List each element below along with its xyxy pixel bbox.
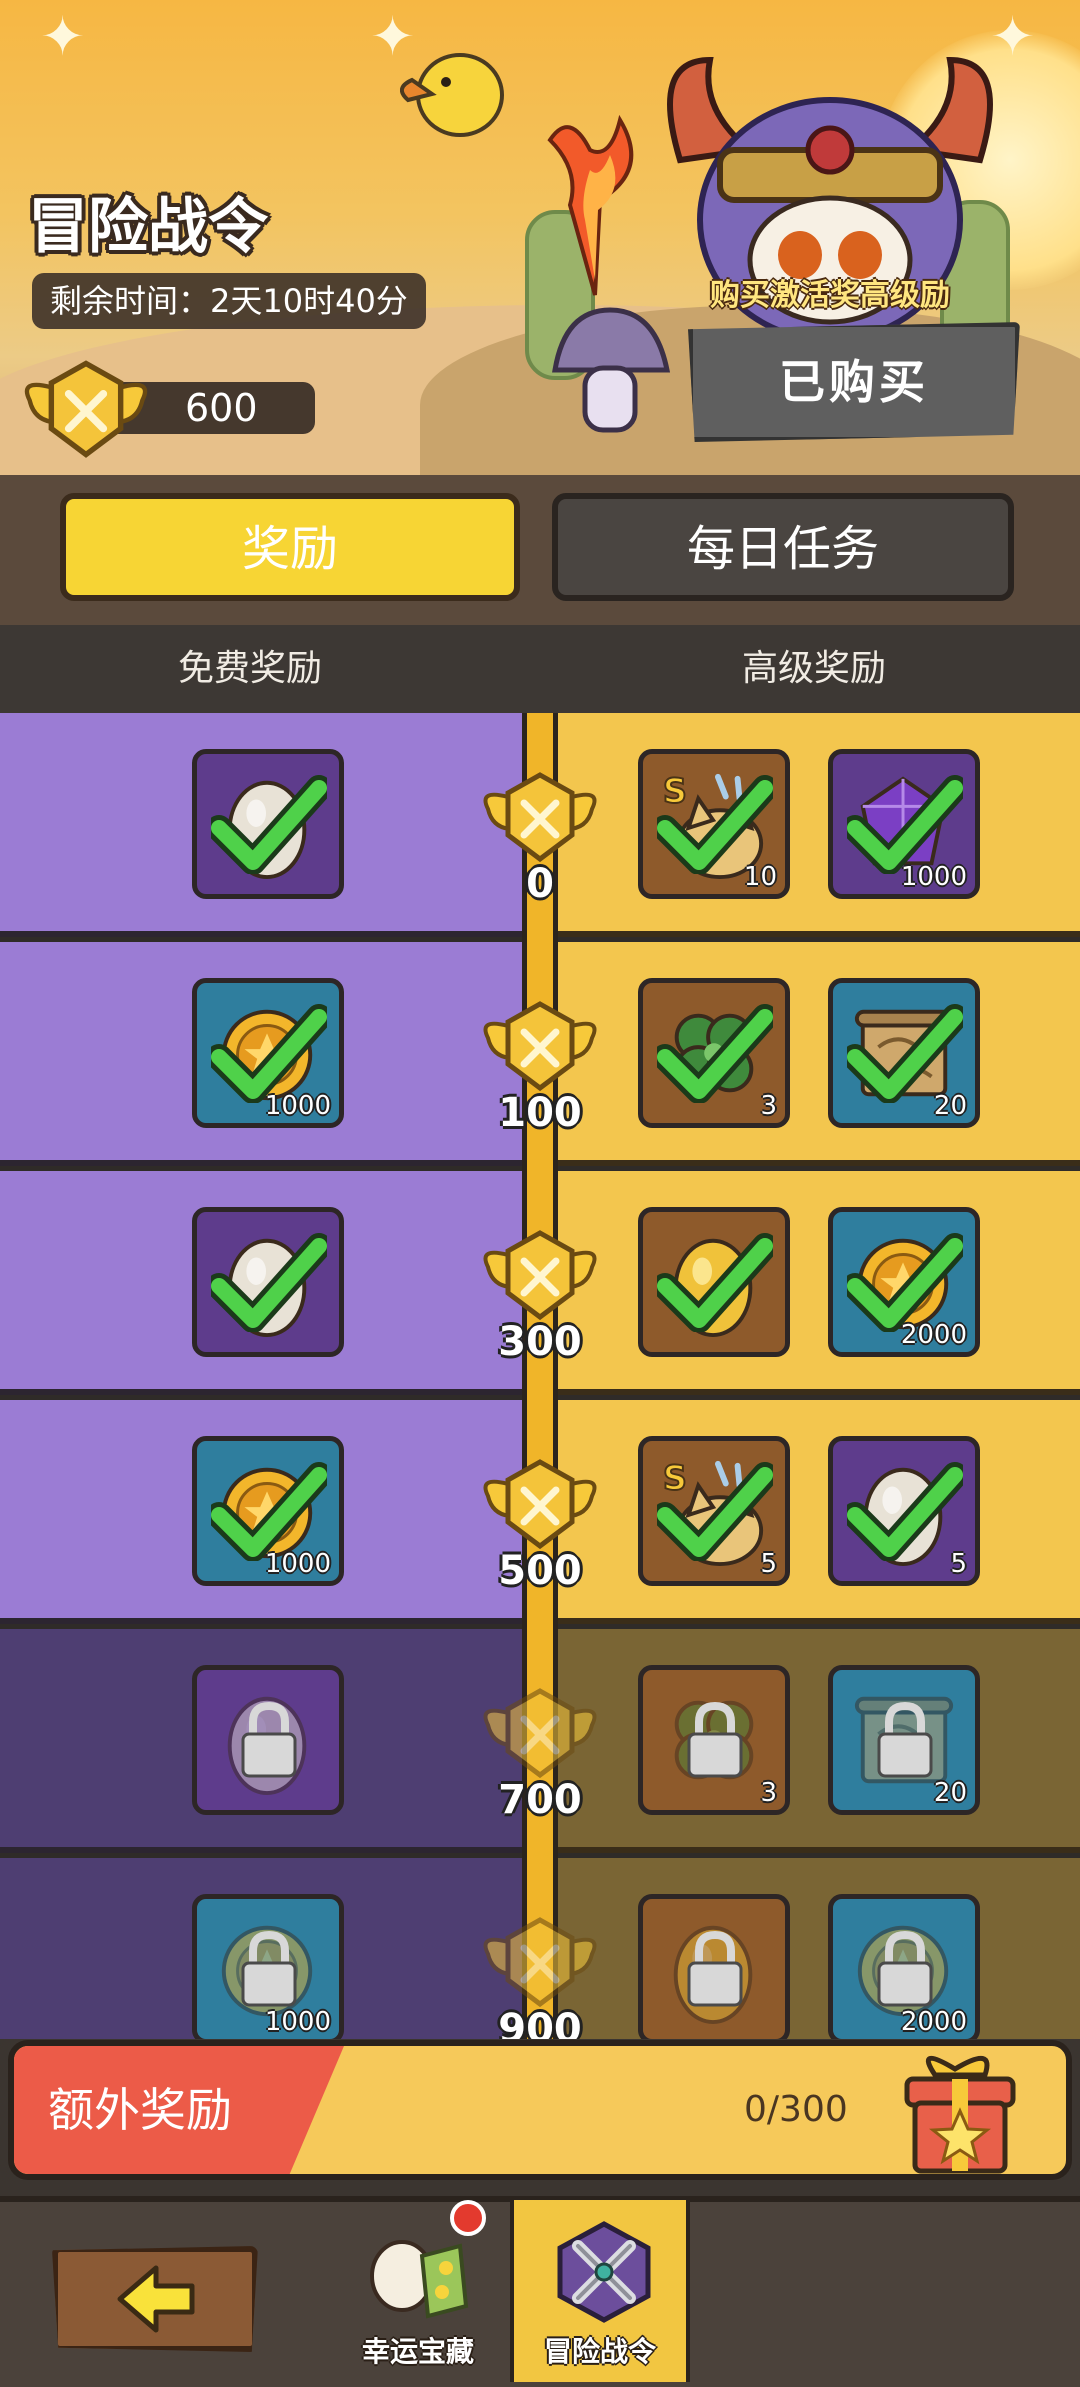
premium-reward-slot[interactable]: S 10 <box>638 749 790 899</box>
mushroom-icon <box>552 307 671 433</box>
claimed-check-icon <box>657 1233 773 1332</box>
tab-daily-tasks[interactable]: 每日任务 <box>552 493 1014 601</box>
premium-reward-slot[interactable]: 20 <box>828 1665 980 1815</box>
remaining-time: 剩余时间：2天10时40分 <box>32 273 426 329</box>
yellow-bird-icon <box>400 53 504 137</box>
lock-icon <box>241 1930 297 2007</box>
extra-reward-label: 额外奖励 <box>48 2083 232 2137</box>
claimed-check-icon <box>657 775 773 874</box>
arrow-left-icon <box>117 2265 195 2333</box>
page-title: 冒险战令 <box>28 192 268 262</box>
free-rewards-header: 免费奖励 <box>178 648 323 689</box>
flame-sword-icon <box>547 114 634 296</box>
nav-label: 冒险战令 <box>543 2335 656 2368</box>
reward-list[interactable]: S 10 1000 1000 3 20 2000 1000 S 5 5 3 20… <box>0 713 1080 2039</box>
gift-box-icon[interactable] <box>895 2045 1025 2177</box>
winged-medal-icon <box>483 1230 597 1321</box>
free-reward-slot[interactable]: 1000 <box>192 1436 344 1586</box>
level-threshold: 700 <box>498 1777 582 1823</box>
winged-medal-icon <box>483 1917 597 2008</box>
free-reward-slot[interactable] <box>192 1665 344 1815</box>
sparkle-icon: ✦ <box>40 5 86 68</box>
item-count: 20 <box>933 1778 967 1808</box>
lock-icon <box>687 1701 743 1778</box>
purchased-button[interactable]: 已购买 <box>688 322 1020 442</box>
premium-reward-slot[interactable]: 3 <box>638 978 790 1128</box>
claimed-check-icon <box>847 1462 963 1561</box>
level-threshold: 100 <box>498 1090 582 1136</box>
tab-rewards[interactable]: 奖励 <box>60 493 520 601</box>
level-threshold: 500 <box>498 1548 582 1594</box>
nav-adventure-pass[interactable]: 冒险战令 <box>510 2200 690 2382</box>
level-threshold: 0 <box>526 861 554 907</box>
premium-reward-slot[interactable]: 20 <box>828 978 980 1128</box>
claimed-check-icon <box>657 1004 773 1103</box>
premium-rewards-header: 高级奖励 <box>742 648 887 689</box>
winged-medal-icon <box>483 1001 597 1092</box>
premium-reward-slot[interactable]: 2000 <box>828 1207 980 1357</box>
extra-reward-progress: 0/300 <box>744 2089 848 2130</box>
claimed-check-icon <box>211 1004 327 1103</box>
level-threshold: 300 <box>498 1319 582 1365</box>
winged-medal-icon <box>24 360 148 458</box>
premium-reward-slot[interactable] <box>638 1894 790 2039</box>
claimed-check-icon <box>847 1233 963 1332</box>
pass-banner: ✦ ✦ ✦ 冒险战令 剩余时间：2天10时40分 600 购买激活奖高级励 已购… <box>0 0 1080 475</box>
adventure-pass-icon <box>557 2221 651 2323</box>
premium-reward-slot[interactable]: S 5 <box>638 1436 790 1586</box>
item-count: 3 <box>760 1778 777 1808</box>
claimed-check-icon <box>847 1004 963 1103</box>
claimed-check-icon <box>211 1233 327 1332</box>
premium-reward-slot[interactable]: 2000 <box>828 1894 980 2039</box>
free-reward-slot[interactable] <box>192 1207 344 1357</box>
claimed-check-icon <box>847 775 963 874</box>
claimed-check-icon <box>657 1462 773 1561</box>
lock-icon <box>687 1930 743 2007</box>
winged-medal-icon <box>483 1688 597 1779</box>
level-threshold: 900 <box>498 2006 582 2039</box>
back-button[interactable] <box>52 2246 258 2352</box>
free-reward-slot[interactable]: 1000 <box>192 1894 344 2039</box>
promo-text: 购买激活奖高级励 <box>710 278 950 313</box>
nav-label: 幸运宝藏 <box>361 2335 474 2368</box>
column-header: 免费奖励 高级奖励 <box>0 625 1080 713</box>
claimed-check-icon <box>211 775 327 874</box>
lock-icon <box>877 1930 933 2007</box>
claimed-check-icon <box>211 1462 327 1561</box>
premium-reward-slot[interactable] <box>638 1207 790 1357</box>
premium-reward-slot[interactable]: 1000 <box>828 749 980 899</box>
notification-badge <box>450 2200 486 2236</box>
progress-spine <box>522 713 558 2039</box>
winged-medal-icon <box>483 772 597 863</box>
lock-icon <box>877 1701 933 1778</box>
item-count: 1000 <box>264 2007 331 2037</box>
winged-medal-icon <box>483 1459 597 1550</box>
free-reward-slot[interactable]: 1000 <box>192 978 344 1128</box>
premium-reward-slot[interactable]: 3 <box>638 1665 790 1815</box>
free-reward-slot[interactable] <box>192 749 344 899</box>
lock-icon <box>241 1701 297 1778</box>
premium-reward-slot[interactable]: 5 <box>828 1436 980 1586</box>
item-count: 2000 <box>900 2007 967 2037</box>
